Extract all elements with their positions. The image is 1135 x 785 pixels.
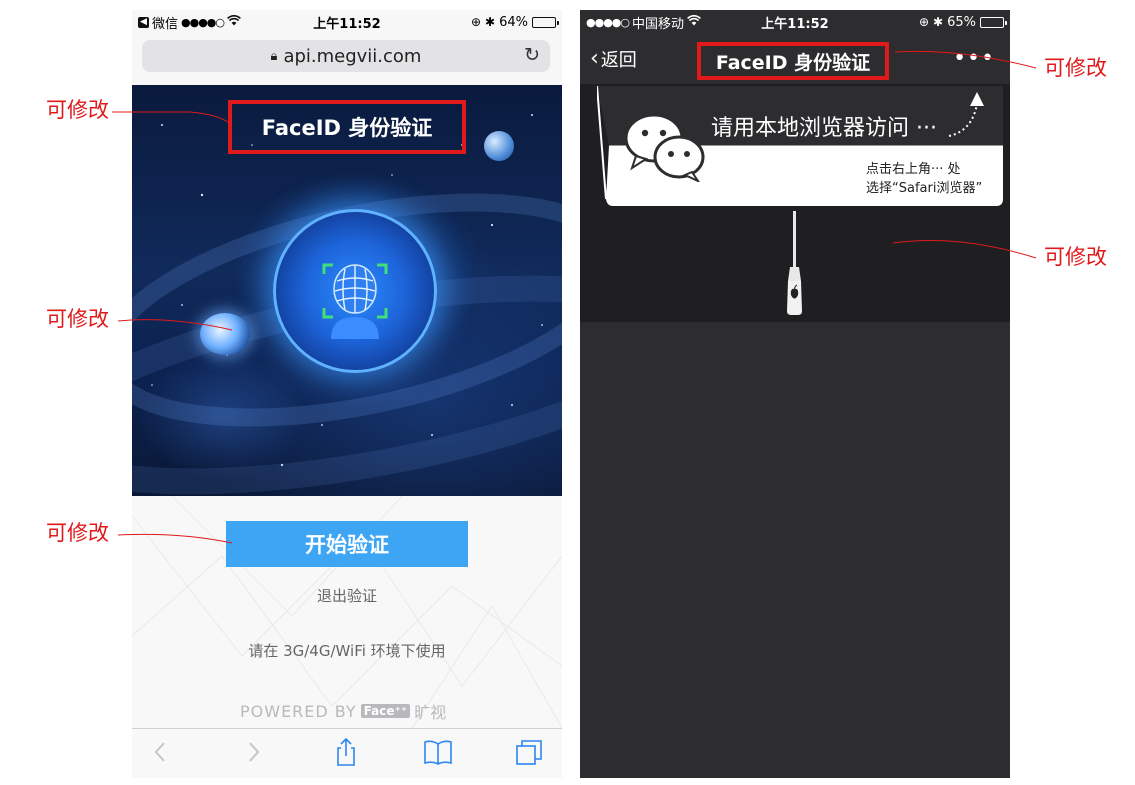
wifi-icon: [227, 14, 241, 30]
orientation-lock-icon: ⊕: [470, 15, 482, 29]
network-requirement-note: 请在 3G/4G/WiFi 环境下使用: [248, 642, 446, 660]
powered-by-footer: POWERED BY Face⁺⁺ 旷视: [240, 699, 446, 723]
hero-title: FaceID 身份验证: [228, 100, 466, 154]
left-phone-screen: ◀ 微信 ●●●●○ 上午11:52 ⊕ ✱ 64% 🔒︎ api.megvii…: [132, 10, 562, 778]
action-area: 开始验证 退出验证 请在 3G/4G/WiFi 环境下使用 POWERED BY…: [132, 496, 562, 728]
right-phone-screen: ●●●●○ 中国移动 上午11:52 ⊕ ✱ 65% ‹ 返回 FaceID 身…: [580, 10, 1010, 778]
powered-by-label: POWERED BY: [240, 701, 357, 721]
bookmarks-icon[interactable]: [423, 737, 453, 767]
nav-title: FaceID 身份验证: [697, 42, 889, 80]
carrier-name: 中国移动: [632, 16, 685, 32]
battery-percent: 64%: [499, 14, 528, 30]
tabs-icon[interactable]: [514, 737, 544, 767]
face-scan-icon: [322, 263, 388, 339]
more-options-icon[interactable]: •••: [953, 46, 995, 71]
bluetooth-icon: ✱: [933, 15, 944, 29]
lock-icon: 🔒︎: [270, 48, 278, 64]
forward-icon[interactable]: [238, 737, 268, 767]
back-app-label[interactable]: 微信: [152, 13, 178, 32]
nav-back-button[interactable]: ‹ 返回: [590, 46, 637, 72]
megvii-brand-name: 旷视: [414, 703, 447, 722]
annotation-left-button: 可修改: [46, 521, 109, 545]
wechat-nav-bar: ‹ 返回 FaceID 身份验证 •••: [580, 34, 1010, 84]
guide-line-2: 选择“Safari浏览器”: [866, 181, 983, 196]
annotation-right-title: 可修改: [1044, 56, 1107, 80]
guide-instructions: 点击右上角··· 处 选择“Safari浏览器”: [866, 160, 982, 198]
wechat-logo-icon: [624, 113, 705, 182]
reload-icon[interactable]: ↻: [524, 44, 540, 66]
annotation-left-planet: 可修改: [46, 307, 109, 331]
open-in-browser-guide: 请用本地浏览器访问 ··· 点击右上角··· 处 选择“Safari浏览器”: [580, 84, 1010, 322]
wifi-icon: [687, 14, 701, 30]
hero-banner: FaceID 身份验证: [132, 85, 562, 496]
battery-icon: [532, 16, 559, 28]
signal-strength-icon: ●●●●○: [181, 15, 225, 29]
battery-percent: 65%: [947, 14, 976, 30]
face-scan-orb[interactable]: [273, 209, 437, 373]
battery-icon: [980, 16, 1007, 28]
start-verification-button[interactable]: 开始验证: [226, 521, 468, 567]
share-icon[interactable]: [331, 737, 361, 767]
exit-verification-link[interactable]: 退出验证: [132, 585, 562, 606]
chevron-left-icon: ‹: [590, 46, 599, 71]
hanging-string: [793, 211, 796, 271]
bluetooth-icon: ✱: [485, 15, 496, 29]
back-to-app-icon[interactable]: ◀: [138, 16, 149, 28]
status-bar: ●●●●○ 中国移动 上午11:52 ⊕ ✱ 65%: [580, 10, 1010, 34]
status-bar: ◀ 微信 ●●●●○ 上午11:52 ⊕ ✱ 64%: [132, 10, 562, 34]
signal-strength-icon: ●●●●○: [586, 15, 630, 29]
url-text: api.megvii.com: [283, 45, 422, 67]
orientation-lock-icon: ⊕: [918, 15, 930, 29]
guide-headline: 请用本地浏览器访问 ···: [711, 116, 937, 141]
apple-tag-icon: [787, 267, 802, 315]
browser-toolbar: [132, 728, 562, 778]
small-planet-left: [200, 313, 250, 355]
address-bar[interactable]: 🔒︎ api.megvii.com ↻: [142, 40, 550, 72]
nav-back-label: 返回: [600, 50, 637, 71]
annotation-right-body: 可修改: [1044, 245, 1107, 269]
face-plus-plus-logo: Face⁺⁺: [360, 704, 411, 718]
small-planet-right: [484, 131, 514, 161]
back-icon[interactable]: [146, 737, 176, 767]
guide-line-1: 点击右上角··· 处: [866, 162, 961, 177]
annotation-left-title: 可修改: [46, 98, 109, 122]
